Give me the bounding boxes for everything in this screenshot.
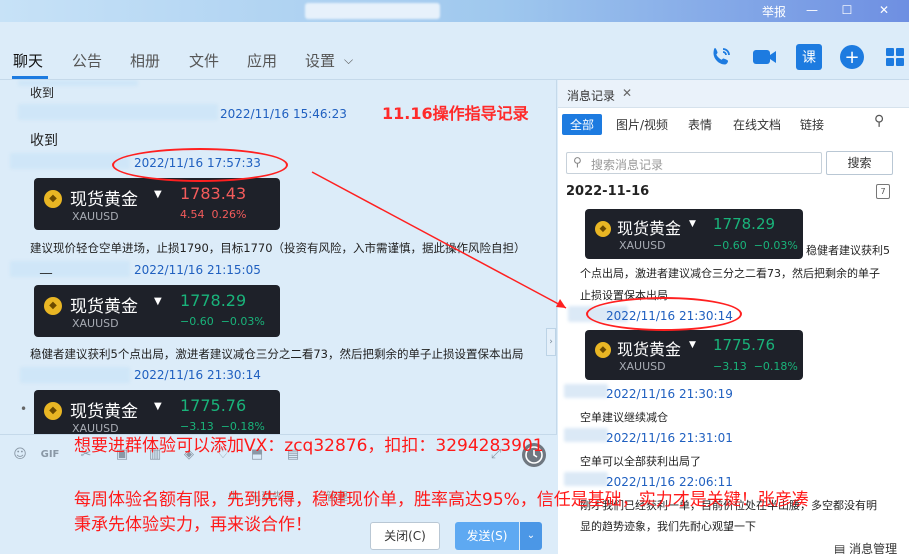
annotation-arrow [311,171,567,309]
promo-text: 想要进群体验可以添加VX：zcq32876，扣扣：3294283901 [74,436,544,456]
annotation-ellipse [112,148,288,182]
annotation-title: 11.16操作指导记录 [382,104,529,123]
promo-text: 每周体验名额有限，先到先得，稳健现价单，胜率高达95%，信任是基础，实力才是关键… [74,490,809,510]
promo-text: 秉承先体验实力，再来谈合作！ [74,515,312,535]
annotation-ellipse [586,297,742,331]
